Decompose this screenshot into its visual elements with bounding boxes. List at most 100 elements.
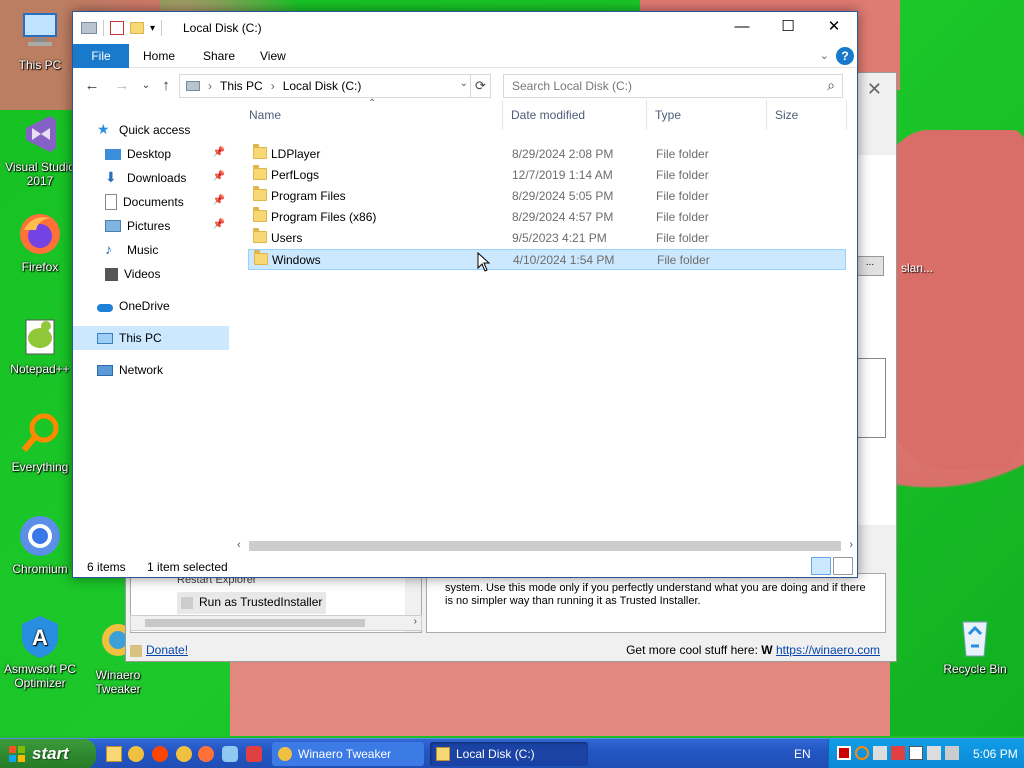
desktop-icon-asmwsoft[interactable]: A Asmwsoft PC Optimizer: [0, 612, 80, 690]
file-explorer-window[interactable]: ▾ Local Disk (C:) — ☐ ✕ File Home Share …: [72, 11, 858, 578]
app-quicklaunch-icon[interactable]: [176, 746, 192, 762]
chevron-left-icon[interactable]: ‹: [237, 539, 241, 551]
chevron-right-icon[interactable]: ›: [849, 539, 853, 551]
breadcrumb-local-disk[interactable]: Local Disk (C:): [283, 79, 362, 93]
file-row[interactable]: Users 9/5/2023 4:21 PM File folder: [248, 228, 846, 249]
tab-share[interactable]: Share: [189, 44, 249, 68]
pin-icon[interactable]: 📌: [213, 147, 225, 158]
desktop-icon-notepadpp[interactable]: Notepad++: [0, 312, 80, 376]
file-list-horizontal-scrollbar[interactable]: ‹ ›: [233, 538, 857, 554]
tab-view[interactable]: View: [246, 44, 300, 68]
file-type: File folder: [657, 253, 710, 267]
tray-app-icon[interactable]: [873, 746, 887, 760]
taskbar-winaero-tweaker[interactable]: Winaero Tweaker: [272, 742, 424, 766]
large-icons-view-button[interactable]: [833, 557, 853, 575]
pin-icon[interactable]: 📌: [213, 219, 225, 230]
tab-home[interactable]: Home: [129, 44, 189, 68]
column-header-size[interactable]: Size: [767, 100, 847, 130]
mouse-cursor-icon: [477, 252, 491, 272]
breadcrumb-this-pc[interactable]: This PC: [220, 79, 263, 93]
videos-icon: [105, 267, 118, 281]
explorer-quicklaunch-icon[interactable]: [106, 746, 122, 762]
nav-pictures[interactable]: Pictures 📌: [73, 214, 229, 238]
column-header-date[interactable]: Date modified: [503, 100, 647, 130]
file-row[interactable]: LDPlayer 8/29/2024 2:08 PM File folder: [248, 144, 846, 165]
tray-app-icon[interactable]: [891, 746, 905, 760]
chevron-down-icon[interactable]: ⌄: [820, 49, 829, 62]
nav-desktop[interactable]: Desktop 📌: [73, 142, 229, 166]
back-button[interactable]: ←: [81, 75, 103, 97]
tray-app-icon[interactable]: [945, 746, 959, 760]
network-icon[interactable]: [909, 746, 923, 760]
new-folder-icon[interactable]: [130, 22, 144, 34]
maximize-button[interactable]: ☐: [765, 12, 811, 42]
winaero-quicklaunch-icon[interactable]: [128, 746, 144, 762]
nav-this-pc[interactable]: This PC: [73, 326, 229, 350]
address-bar[interactable]: › This PC › Local Disk (C:) ⌄ ⟳: [179, 74, 491, 98]
chevron-down-icon[interactable]: ▾: [150, 23, 155, 34]
scroll-thumb[interactable]: [249, 541, 841, 551]
pin-icon[interactable]: 📌: [213, 195, 225, 206]
volume-icon[interactable]: [927, 746, 941, 760]
tree-horizontal-scrollbar[interactable]: ›: [130, 615, 422, 631]
search-icon[interactable]: ⌕: [827, 77, 835, 94]
forward-button[interactable]: →: [111, 75, 133, 97]
browse-button[interactable]: ...: [856, 256, 884, 276]
nav-videos[interactable]: Videos: [73, 262, 229, 286]
details-view-button[interactable]: [811, 557, 831, 575]
tree-item-run-as-trustedinstaller[interactable]: Run as TrustedInstaller: [177, 592, 327, 614]
chevron-down-icon[interactable]: ⌄: [460, 78, 468, 89]
file-row-selected[interactable]: Windows 4/10/2024 1:54 PM File folder: [248, 249, 846, 270]
desktop-icon-recycle-bin[interactable]: Recycle Bin: [935, 612, 1015, 676]
tab-file[interactable]: File: [73, 44, 129, 68]
reddit-icon[interactable]: [152, 746, 168, 762]
nav-downloads[interactable]: ⬇ Downloads 📌: [73, 166, 229, 190]
desktop-icon-this-pc[interactable]: This PC: [0, 8, 80, 72]
security-shield-icon[interactable]: [837, 746, 851, 760]
start-button[interactable]: start: [0, 739, 96, 768]
file-row[interactable]: Program Files (x86) 8/29/2024 4:57 PM Fi…: [248, 207, 846, 228]
nav-documents[interactable]: Documents 📌: [73, 190, 229, 214]
nav-music[interactable]: ♪ Music: [73, 238, 229, 262]
chromium-icon: [16, 512, 64, 560]
ie-quicklaunch-icon[interactable]: [222, 746, 238, 762]
pin-icon[interactable]: 📌: [213, 171, 225, 182]
language-indicator[interactable]: EN: [794, 747, 811, 761]
help-icon[interactable]: ?: [836, 47, 854, 65]
file-row[interactable]: Program Files 8/29/2024 5:05 PM File fol…: [248, 186, 846, 207]
scroll-thumb[interactable]: [145, 619, 365, 627]
close-icon[interactable]: ✕: [867, 79, 882, 100]
desktop-icon-visual-studio[interactable]: Visual Studio 2017: [0, 110, 80, 188]
search-input[interactable]: Search Local Disk (C:) ⌕: [503, 74, 843, 98]
tool-quicklaunch-icon[interactable]: [246, 746, 262, 762]
donate-link[interactable]: Donate!: [146, 643, 188, 657]
file-row[interactable]: PerfLogs 12/7/2019 1:14 AM File folder: [248, 165, 846, 186]
column-header-name[interactable]: Name: [241, 100, 503, 130]
title-bar[interactable]: ▾ Local Disk (C:) — ☐ ✕: [73, 12, 857, 44]
clock[interactable]: 5:06 PM: [973, 747, 1018, 761]
nav-label: Music: [127, 243, 159, 257]
chevron-right-icon[interactable]: ›: [414, 616, 417, 627]
address-row: ← → ⌄ ↑ › This PC › Local Disk (C:) ⌄ ⟳ …: [73, 72, 857, 100]
nav-network[interactable]: Network: [73, 358, 229, 382]
column-header-type[interactable]: Type: [647, 100, 767, 130]
everything-tray-icon[interactable]: [855, 746, 869, 760]
chevron-right-icon[interactable]: ›: [208, 79, 212, 93]
desktop-icon-everything[interactable]: Everything: [0, 410, 80, 474]
nav-quick-access[interactable]: ★ Quick access: [73, 118, 229, 142]
winaero-link[interactable]: https://winaero.com: [776, 643, 880, 657]
minimize-button[interactable]: —: [719, 12, 765, 42]
file-list[interactable]: ⌃ Name Date modified Type Size LDPlayer …: [233, 98, 857, 550]
desktop-icon-chromium[interactable]: Chromium: [0, 512, 80, 576]
refresh-icon[interactable]: ⟳: [470, 75, 490, 97]
chevron-right-icon[interactable]: ›: [271, 79, 275, 93]
file-type: File folder: [656, 168, 709, 182]
firefox-quicklaunch-icon[interactable]: [198, 746, 214, 762]
nav-onedrive[interactable]: OneDrive: [73, 294, 229, 318]
properties-icon[interactable]: [110, 21, 124, 35]
close-button[interactable]: ✕: [811, 12, 857, 42]
taskbar-local-disk[interactable]: Local Disk (C:): [430, 742, 588, 766]
up-button[interactable]: ↑: [155, 75, 177, 97]
recent-locations-button[interactable]: ⌄: [135, 75, 157, 97]
desktop-icon-firefox[interactable]: Firefox: [0, 210, 80, 274]
